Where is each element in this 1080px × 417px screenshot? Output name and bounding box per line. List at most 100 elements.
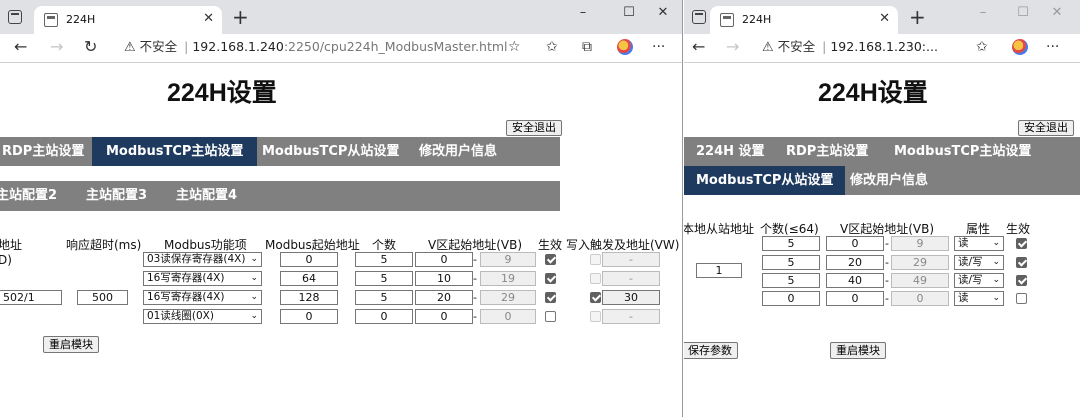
- count-input[interactable]: 5: [355, 271, 413, 286]
- trigger-checkbox[interactable]: [590, 254, 601, 265]
- modbus-start-input[interactable]: 128: [280, 290, 338, 305]
- nav-rdp-master[interactable]: RDP主站设置: [0, 137, 90, 166]
- logout-button[interactable]: 安全退出: [1018, 120, 1074, 136]
- enabled-checkbox[interactable]: [1016, 293, 1027, 304]
- v-start-input[interactable]: 0: [826, 236, 884, 251]
- trigger-address-input: -: [602, 309, 660, 324]
- v-start-input[interactable]: 20: [826, 255, 884, 270]
- v-end-readonly: 19: [480, 271, 536, 286]
- attr-select[interactable]: 读/写 ⌄: [954, 255, 1004, 270]
- enabled-checkbox[interactable]: [1016, 275, 1027, 286]
- sub-nav: ModbusTCP从站设置 修改用户信息: [684, 166, 1080, 195]
- nav-modbustcp-slave[interactable]: ModbusTCP从站设置: [684, 166, 846, 195]
- v-start-input[interactable]: 20: [415, 290, 473, 305]
- new-tab-icon[interactable]: +: [909, 7, 926, 27]
- col-header-count: 个数(≤64): [760, 222, 819, 236]
- save-params-button[interactable]: 保存参数: [684, 342, 738, 359]
- collections-icon[interactable]: ⧉: [582, 39, 592, 55]
- nav-master-config-2[interactable]: 主站配置2: [0, 181, 57, 210]
- function-select[interactable]: 01读线圈(0X) ⌄: [143, 309, 262, 324]
- v-start-input[interactable]: 40: [826, 273, 884, 288]
- close-tab-icon[interactable]: ✕: [203, 11, 214, 26]
- count-input[interactable]: 5: [762, 236, 820, 251]
- v-end-readonly: 29: [480, 290, 536, 305]
- nav-modbustcp-slave[interactable]: ModbusTCP从站设置: [262, 137, 399, 166]
- enabled-checkbox[interactable]: [545, 311, 556, 322]
- trigger-checkbox[interactable]: [590, 311, 601, 322]
- favorites-icon[interactable]: ✩: [976, 39, 988, 55]
- enabled-checkbox[interactable]: [545, 273, 556, 284]
- forward-icon[interactable]: →: [50, 35, 63, 59]
- attr-select[interactable]: 读 ⌄: [954, 236, 1004, 251]
- restart-module-button[interactable]: 重启模块: [43, 336, 99, 353]
- trigger-checkbox[interactable]: [590, 273, 601, 284]
- window-menu-icon[interactable]: [8, 10, 22, 24]
- modbus-start-input[interactable]: 0: [280, 309, 338, 324]
- nav-user-info[interactable]: 修改用户信息: [850, 166, 928, 195]
- enabled-checkbox[interactable]: [1016, 257, 1027, 268]
- v-start-input[interactable]: 0: [415, 309, 473, 324]
- trigger-checkbox[interactable]: [590, 292, 601, 303]
- enabled-checkbox[interactable]: [545, 292, 556, 303]
- v-start-input[interactable]: 10: [415, 271, 473, 286]
- browser-tab[interactable]: 224H ✕: [34, 6, 222, 34]
- modbus-start-input[interactable]: 0: [280, 252, 338, 267]
- nav-master-config-4[interactable]: 主站配置4: [176, 181, 237, 210]
- slave-address-input[interactable]: 502/1: [0, 290, 62, 305]
- profile-avatar[interactable]: [1012, 39, 1028, 55]
- browser-tab[interactable]: 224H ✕: [710, 6, 898, 34]
- minimize-icon[interactable]: –: [560, 3, 606, 29]
- col-header-enabled: 生效: [1006, 222, 1031, 236]
- address-bar[interactable]: ⚠ 不安全 | 192.168.1.230:...: [762, 38, 938, 57]
- restart-module-button[interactable]: 重启模块: [830, 342, 886, 359]
- count-input[interactable]: 5: [762, 255, 820, 270]
- nav-master-config-3[interactable]: 主站配置3: [86, 181, 147, 210]
- close-tab-icon[interactable]: ✕: [879, 11, 890, 26]
- function-select[interactable]: 03读保存寄存器(4X) ⌄: [143, 252, 262, 267]
- count-input[interactable]: 0: [355, 309, 413, 324]
- nav-rdp-master[interactable]: RDP主站设置: [786, 137, 868, 166]
- count-input[interactable]: 5: [355, 290, 413, 305]
- v-start-input[interactable]: 0: [415, 252, 473, 267]
- modbus-start-input[interactable]: 64: [280, 271, 338, 286]
- count-input[interactable]: 5: [762, 273, 820, 288]
- logout-button[interactable]: 安全退出: [506, 120, 562, 136]
- attr-select[interactable]: 读/写 ⌄: [954, 273, 1004, 288]
- tab-title: 224H: [742, 13, 772, 26]
- slave-address-input[interactable]: 1: [696, 263, 742, 278]
- nav-modbustcp-master[interactable]: ModbusTCP主站设置: [92, 137, 258, 166]
- favorites-icon[interactable]: ✩: [546, 39, 558, 55]
- more-menu-icon[interactable]: ···: [652, 39, 665, 55]
- back-icon[interactable]: ←: [692, 35, 705, 59]
- enabled-checkbox[interactable]: [545, 254, 556, 265]
- nav-224h-settings[interactable]: 224H 设置: [696, 137, 765, 166]
- col-header-v-start: V区起始地址(VB): [840, 222, 935, 236]
- window-menu-icon[interactable]: [692, 10, 706, 24]
- profile-avatar[interactable]: [617, 39, 633, 55]
- more-menu-icon[interactable]: ···: [1046, 39, 1059, 55]
- add-favorite-icon[interactable]: ☆: [508, 39, 521, 55]
- nav-user-info[interactable]: 修改用户信息: [419, 137, 497, 166]
- timeout-input[interactable]: 500: [77, 290, 128, 305]
- count-input[interactable]: 5: [355, 252, 413, 267]
- count-input[interactable]: 0: [762, 291, 820, 306]
- reload-icon[interactable]: ↻: [84, 35, 97, 59]
- close-window-icon[interactable]: ✕: [640, 3, 682, 29]
- modbus-master-page: 224H设置 安全退出 RDP主站设置 ModbusTCP主站设置 Modbus…: [0, 63, 682, 417]
- right-browser-window: 224H ✕ + – ☐ ✕ ← → ⚠ 不安全 | 192.168.1.230:…: [684, 0, 1080, 417]
- forward-icon[interactable]: →: [726, 35, 739, 59]
- nav-modbustcp-master[interactable]: ModbusTCP主站设置: [894, 137, 1031, 166]
- col-header-timeout: 响应超时(ms): [66, 238, 142, 252]
- function-select[interactable]: 16写寄存器(4X) ⌄: [143, 271, 262, 286]
- address-bar[interactable]: ⚠ 不安全 | 192.168.1.240:2250/cpu224h_Modbus…: [124, 38, 508, 57]
- function-select[interactable]: 16写寄存器(4X) ⌄: [143, 290, 262, 305]
- v-start-input[interactable]: 0: [826, 291, 884, 306]
- enabled-checkbox[interactable]: [1016, 238, 1027, 249]
- close-window-icon[interactable]: ✕: [1034, 3, 1080, 29]
- attr-select[interactable]: 读 ⌄: [954, 291, 1004, 306]
- new-tab-icon[interactable]: +: [232, 7, 249, 27]
- trigger-address-input: -: [602, 271, 660, 286]
- back-icon[interactable]: ←: [14, 35, 27, 59]
- v-end-readonly: 49: [891, 273, 949, 288]
- trigger-address-input[interactable]: 30: [602, 290, 660, 305]
